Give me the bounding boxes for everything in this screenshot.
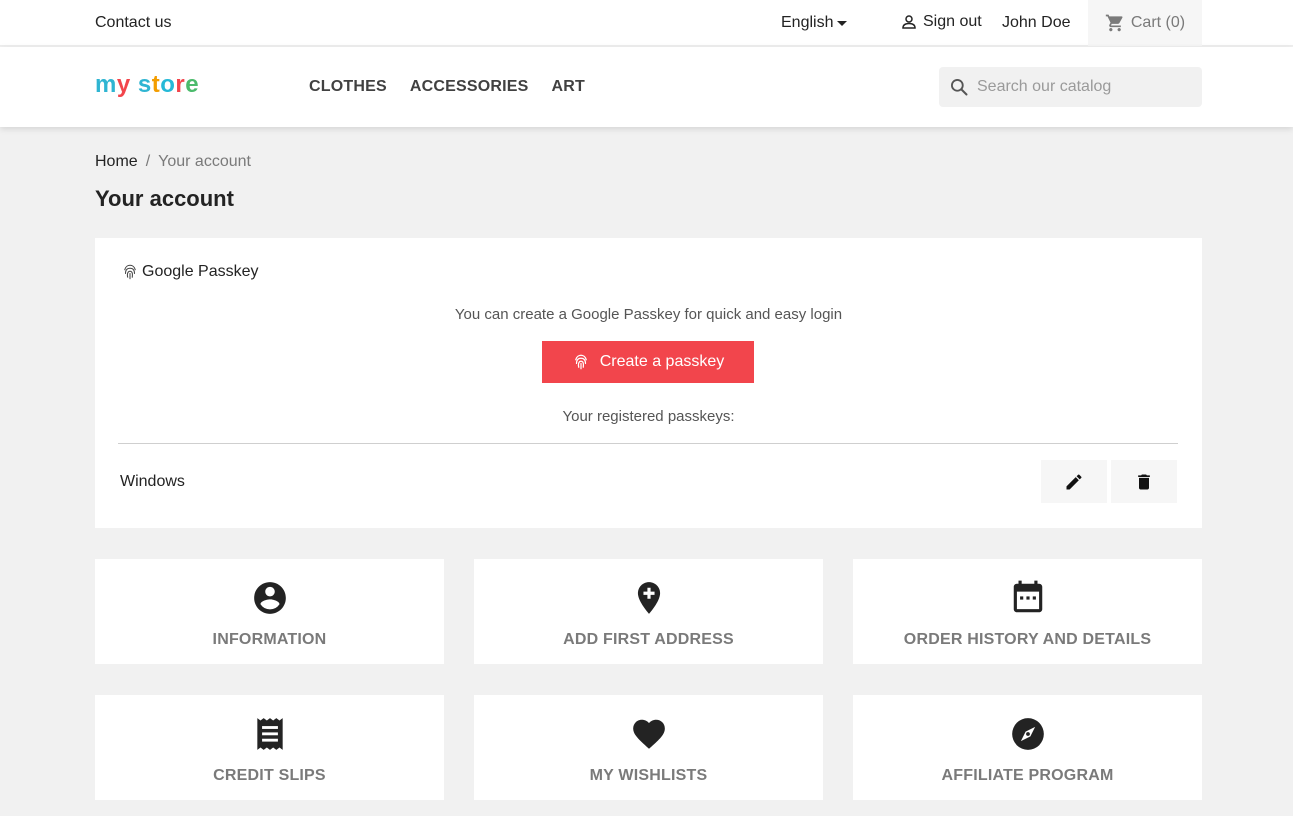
breadcrumb-separator: / xyxy=(145,153,151,170)
tile-label: MY WISHLISTS xyxy=(589,767,708,784)
search-input[interactable] xyxy=(977,78,1187,96)
search-icon[interactable] xyxy=(949,77,969,97)
search-box xyxy=(939,67,1202,107)
tile-my-wishlists[interactable]: MY WISHLISTS xyxy=(474,695,823,800)
page-title: Your account xyxy=(95,186,234,211)
cart-button[interactable]: Cart (0) xyxy=(1088,0,1202,46)
tile-order-history[interactable]: ORDER HISTORY AND DETAILS xyxy=(853,559,1202,664)
language-label: English xyxy=(781,14,834,31)
create-passkey-button[interactable]: Create a passkey xyxy=(542,341,754,383)
logo-text-my: my xyxy=(95,71,131,98)
trash-icon xyxy=(1138,474,1150,489)
breadcrumb-home-link[interactable]: Home xyxy=(95,153,138,171)
account-circle-icon xyxy=(253,582,286,614)
add-location-icon xyxy=(637,582,660,614)
nav-item-art[interactable]: ART xyxy=(552,78,585,96)
nav-item-accessories[interactable]: ACCESSORIES xyxy=(410,78,529,96)
pencil-icon xyxy=(1066,473,1082,489)
account-username-link[interactable]: John Doe xyxy=(1002,14,1071,32)
breadcrumb-current: Your account xyxy=(158,153,251,170)
tile-information[interactable]: INFORMATION xyxy=(95,559,444,664)
contact-us-link[interactable]: Contact us xyxy=(95,14,171,32)
nav-item-clothes[interactable]: CLOTHES xyxy=(309,78,387,96)
edit-passkey-button[interactable] xyxy=(1041,460,1107,503)
tile-add-first-address[interactable]: ADD FIRST ADDRESS xyxy=(474,559,823,664)
passkey-panel: Google Passkey You can create a Google P… xyxy=(95,238,1202,528)
sign-out-label: Sign out xyxy=(923,13,982,30)
caret-down-icon xyxy=(837,20,848,26)
passkey-description: You can create a Google Passkey for quic… xyxy=(454,306,843,323)
create-passkey-label: Create a passkey xyxy=(599,353,725,370)
passkey-heading: Google Passkey xyxy=(121,263,259,281)
calendar-icon xyxy=(1013,580,1042,613)
tile-label: ORDER HISTORY AND DETAILS xyxy=(903,631,1152,648)
cart-label: Cart (0) xyxy=(1130,14,1186,31)
main-header: my store CLOTHES ACCESSORIES ART xyxy=(0,47,1293,127)
logo-text-store: store xyxy=(137,71,200,98)
user-icon xyxy=(902,15,916,29)
compass-icon xyxy=(1011,718,1044,750)
registered-passkeys-label: Your registered passkeys: xyxy=(562,408,735,425)
passkey-item-name: Windows xyxy=(120,473,185,490)
heart-icon xyxy=(632,719,665,749)
tile-label: INFORMATION xyxy=(212,631,327,648)
store-logo[interactable]: my store xyxy=(95,71,199,99)
breadcrumb: Home / Your account xyxy=(95,153,251,171)
delete-passkey-button[interactable] xyxy=(1111,460,1177,503)
tile-affiliate-program[interactable]: AFFILIATE PROGRAM xyxy=(853,695,1202,800)
shopping-cart-icon xyxy=(1105,14,1123,32)
main-navigation: CLOTHES ACCESSORIES ART xyxy=(309,78,585,96)
tile-label: AFFILIATE PROGRAM xyxy=(941,767,1114,784)
tile-label: CREDIT SLIPS xyxy=(213,767,326,784)
fingerprint-icon xyxy=(124,264,136,280)
language-selector[interactable]: English xyxy=(781,14,848,32)
fingerprint-icon xyxy=(574,354,587,370)
passkey-heading-text: Google Passkey xyxy=(142,263,259,280)
tile-label: ADD FIRST ADDRESS xyxy=(563,631,734,648)
tile-credit-slips[interactable]: CREDIT SLIPS xyxy=(95,695,444,800)
divider xyxy=(118,443,1178,444)
top-bar: Contact us English Sign out John Doe Car… xyxy=(0,0,1293,46)
receipt-icon xyxy=(256,718,283,750)
sign-out-link[interactable]: Sign out xyxy=(900,13,982,31)
